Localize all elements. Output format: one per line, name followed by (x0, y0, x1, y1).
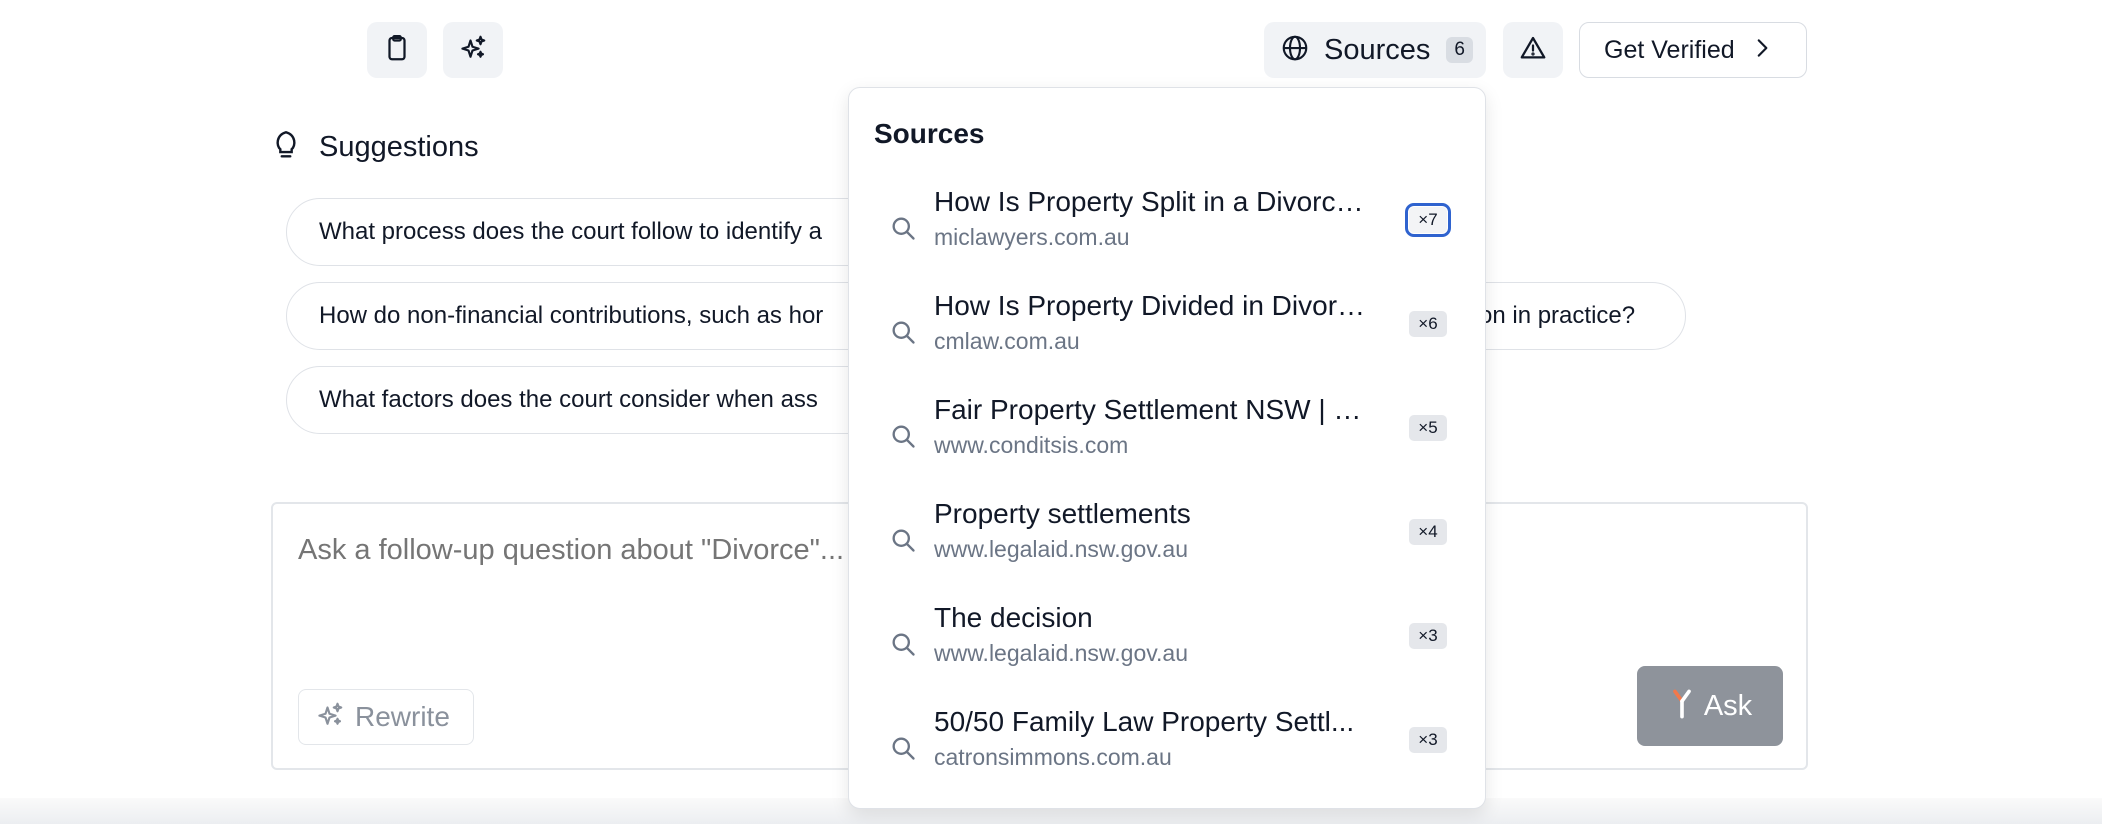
source-count-badge: ×3 (1409, 727, 1447, 753)
source-domain: www.legalaid.nsw.gov.au (934, 640, 1188, 666)
clipboard-button[interactable] (367, 22, 427, 78)
sparkles-button[interactable] (443, 22, 503, 78)
rewrite-button[interactable]: Rewrite (298, 689, 474, 745)
source-domain: www.legalaid.nsw.gov.au (934, 536, 1188, 562)
sparkles-icon (315, 700, 345, 735)
source-title: The decision (934, 602, 1093, 633)
get-verified-label: Get Verified (1604, 35, 1735, 64)
chevron-right-icon (1735, 35, 1775, 66)
suggestion-pill[interactable]: What process does the court follow to id… (286, 198, 906, 266)
suggestion-text: What factors does the court consider whe… (319, 386, 818, 413)
suggestions-header: Suggestions (271, 128, 479, 167)
suggestion-pill[interactable]: What factors does the court consider whe… (286, 366, 906, 434)
search-icon (892, 425, 915, 448)
suggestion-text-tail: on in practice? (1479, 302, 1636, 329)
suggestion-text: How do non-financial contributions, such… (319, 302, 824, 329)
source-item[interactable]: 50/50 Family Law Property Settl... catro… (849, 706, 1485, 796)
report-button[interactable] (1503, 22, 1563, 78)
lightbulb-icon (271, 128, 301, 167)
source-title: Fair Property Settlement NSW | K... (934, 394, 1374, 425)
sources-dropdown: Sources How Is Property Split in a Divor… (848, 87, 1486, 809)
source-count-badge: ×4 (1409, 519, 1447, 545)
search-icon (892, 737, 915, 760)
source-item[interactable]: Property settlements www.legalaid.nsw.go… (849, 498, 1485, 588)
suggestions-title: Suggestions (319, 131, 479, 163)
source-title: How Is Property Split in a Divorce ... (934, 186, 1374, 217)
source-title: 50/50 Family Law Property Settl... (934, 706, 1355, 737)
source-title: Property settlements (934, 498, 1191, 529)
source-domain: miclawyers.com.au (934, 224, 1130, 250)
globe-icon (1280, 33, 1310, 68)
suggestion-text: What process does the court follow to id… (319, 218, 822, 245)
source-count-badge: ×3 (1409, 623, 1447, 649)
search-icon (892, 321, 915, 344)
source-item[interactable]: Fair Property Settlement NSW | K... www.… (849, 394, 1485, 484)
source-item[interactable]: How Is Property Divided in Divorc... cml… (849, 290, 1485, 380)
search-icon (892, 529, 915, 552)
source-item[interactable]: The decision www.legalaid.nsw.gov.au ×3 (849, 602, 1485, 692)
sources-dropdown-title: Sources (874, 118, 985, 149)
search-icon (892, 633, 915, 656)
warning-triangle-icon (1518, 33, 1548, 68)
source-domain: cmlaw.com.au (934, 328, 1080, 354)
source-count-badge: ×5 (1409, 415, 1447, 441)
rewrite-label: Rewrite (355, 701, 450, 732)
search-icon (892, 217, 915, 240)
source-count-badge: ×7 (1405, 203, 1451, 237)
sources-button[interactable]: Sources 6 (1264, 22, 1486, 78)
source-domain: catronsimmons.com.au (934, 744, 1172, 770)
get-verified-button[interactable]: Get Verified (1579, 22, 1807, 78)
ask-button[interactable]: Ask (1637, 666, 1783, 746)
sources-count-badge: 6 (1446, 37, 1473, 63)
clipboard-icon (382, 33, 412, 68)
sources-button-label: Sources (1324, 33, 1431, 66)
ask-logo-icon (1668, 687, 1696, 726)
source-count-badge: ×6 (1409, 311, 1447, 337)
source-item[interactable]: How Is Property Split in a Divorce ... m… (849, 186, 1485, 276)
source-domain: www.conditsis.com (934, 432, 1129, 458)
sparkles-icon (458, 33, 488, 68)
ask-label: Ask (1703, 689, 1753, 722)
source-title: How Is Property Divided in Divorc... (934, 290, 1374, 321)
